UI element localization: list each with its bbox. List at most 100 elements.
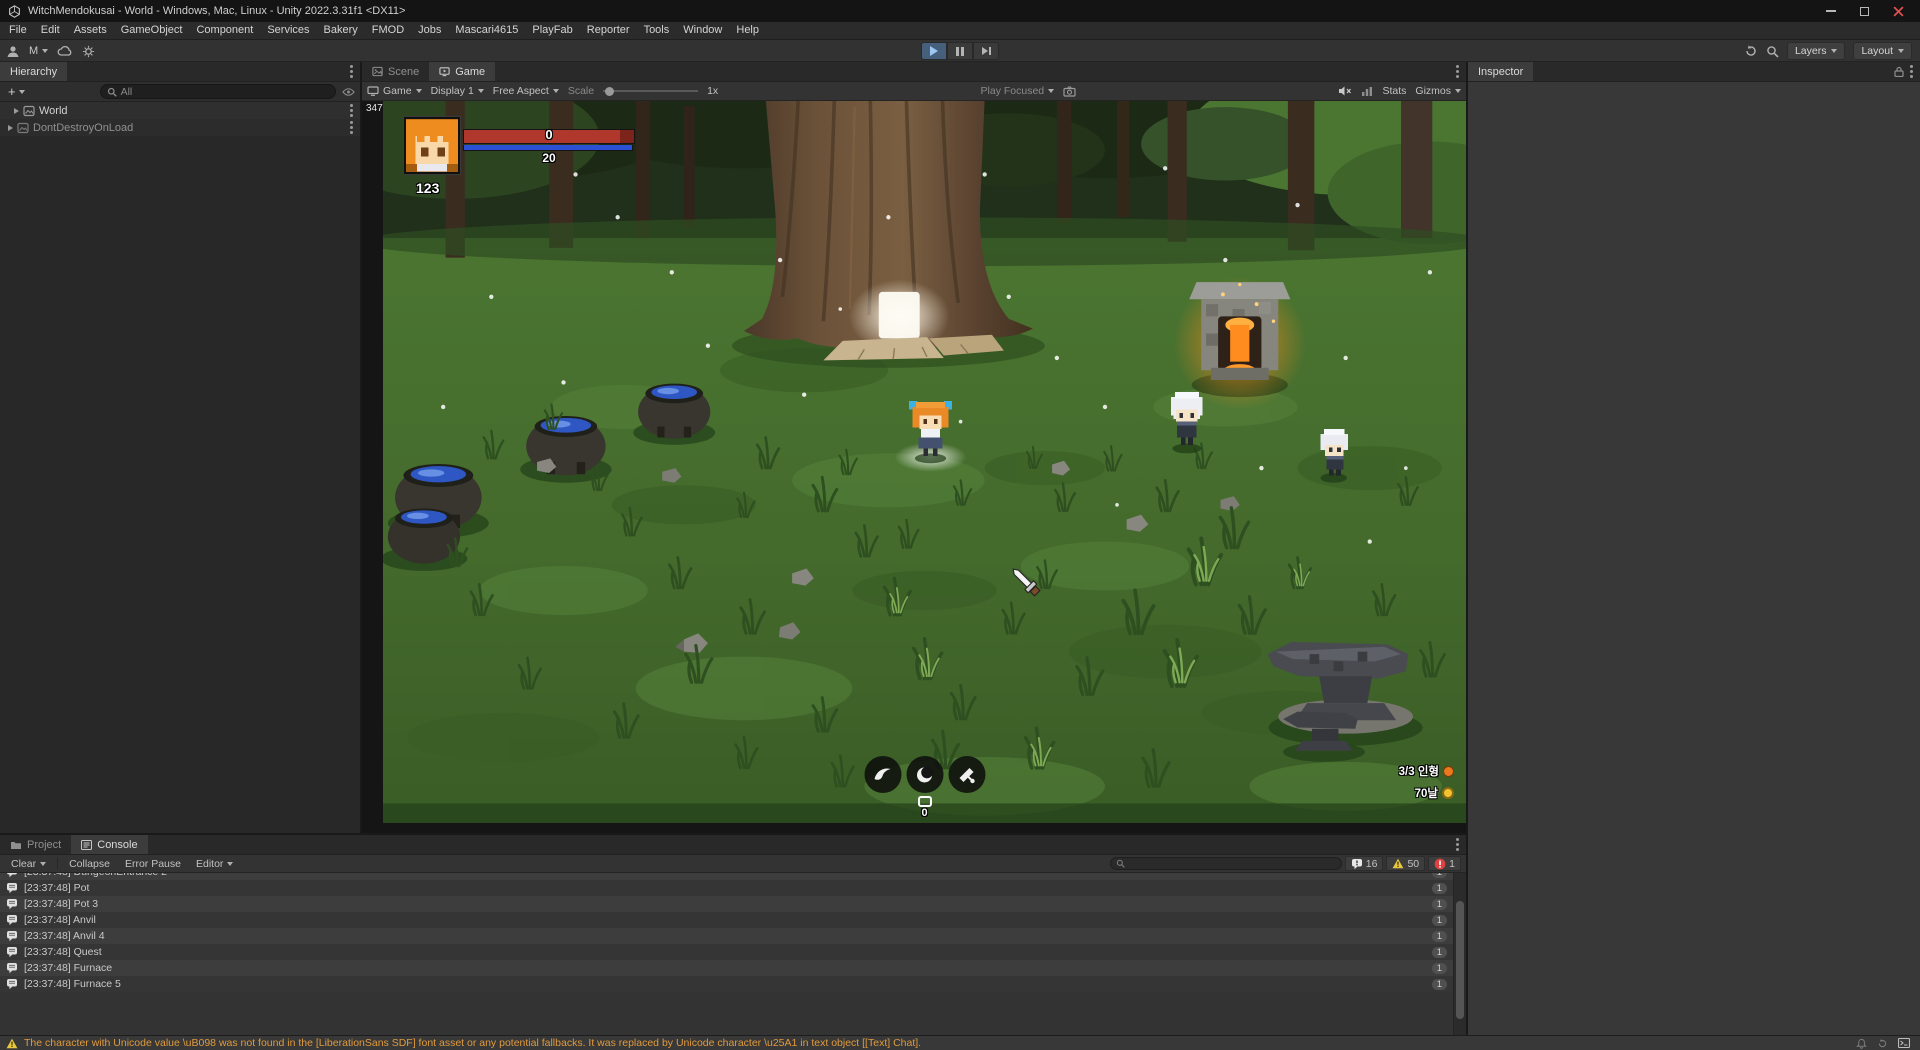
hierarchy-menu-icon[interactable] (350, 70, 353, 73)
tab-project[interactable]: Project (0, 835, 71, 854)
error-icon (1434, 858, 1446, 869)
layout-dropdown[interactable]: Layout (1853, 42, 1912, 60)
log-entry[interactable]: [23:37:48] Anvil 41 (0, 928, 1453, 944)
search-icon[interactable] (1766, 45, 1779, 58)
row-options-icon[interactable] (350, 126, 353, 129)
pause-button[interactable] (947, 42, 973, 60)
gizmos-dropdown[interactable]: Gizmos (1415, 85, 1462, 97)
hierarchy-panel: Hierarchy + All World DontDestroyOnLoad (0, 62, 362, 833)
scale-slider[interactable] (603, 86, 699, 96)
title-bar: WitchMendokusai - World - Windows, Mac, … (0, 0, 1920, 22)
close-button[interactable] (1893, 5, 1904, 17)
add-gameobject-button[interactable]: + (5, 84, 28, 99)
game-panel-menu-icon[interactable] (1456, 70, 1459, 73)
info-log-icon (7, 873, 17, 878)
menu-file[interactable]: File (2, 22, 34, 39)
menu-reporter[interactable]: Reporter (580, 22, 637, 39)
menu-services[interactable]: Services (260, 22, 316, 39)
inspector-menu-icon[interactable] (1910, 70, 1913, 73)
scrollbar-thumb[interactable] (1456, 901, 1464, 1019)
status-message[interactable]: The character with Unicode value \uB098 … (24, 1037, 921, 1049)
menu-component[interactable]: Component (189, 22, 260, 39)
layers-dropdown[interactable]: Layers (1786, 42, 1846, 60)
menu-edit[interactable]: Edit (34, 22, 67, 39)
row-options-icon[interactable] (350, 109, 353, 112)
menu-window[interactable]: Window (676, 22, 729, 39)
search-icon (1116, 859, 1125, 868)
search-icon (107, 87, 117, 97)
skill-button-2[interactable] (906, 756, 943, 793)
screenshot-camera-icon[interactable] (1063, 85, 1076, 97)
menu-fmod[interactable]: FMOD (365, 22, 411, 39)
status-refresh-icon[interactable] (1877, 1038, 1888, 1049)
scene-visibility-icon[interactable] (342, 87, 355, 97)
tab-scene[interactable]: Scene (362, 62, 429, 81)
expand-arrow-icon[interactable] (8, 124, 13, 131)
warning-filter-toggle[interactable]: 50 (1386, 856, 1426, 871)
player-health-bars: 0 20 (463, 127, 635, 165)
menu-tools[interactable]: Tools (637, 22, 677, 39)
console-panel-menu-icon[interactable] (1456, 843, 1459, 846)
minimize-button[interactable] (1826, 10, 1836, 12)
log-entry[interactable]: [23:37:48] Pot 1 (0, 880, 1453, 896)
log-entry[interactable]: [23:37:48] Furnace 51 (0, 976, 1453, 992)
log-entry[interactable]: [23:37:48] Pot 31 (0, 896, 1453, 912)
maximize-button[interactable] (1860, 6, 1869, 16)
cloud-icon[interactable] (57, 45, 73, 57)
services-gear-icon[interactable] (82, 45, 95, 58)
status-bell-icon[interactable] (1856, 1038, 1867, 1049)
editor-dropdown[interactable]: Editor (190, 857, 239, 871)
aspect-ratio-dropdown[interactable]: Free Aspect (493, 85, 559, 97)
console-search-input[interactable] (1109, 857, 1342, 870)
log-entry[interactable]: [23:37:48] DungeonEntrance 21 (0, 873, 1453, 880)
tab-game[interactable]: Game (429, 62, 496, 81)
tab-hierarchy[interactable]: Hierarchy (0, 62, 68, 81)
menu-bakery[interactable]: Bakery (317, 22, 365, 39)
undo-history-icon[interactable] (1744, 44, 1758, 58)
menu-playfab[interactable]: PlayFab (525, 22, 579, 39)
console-panel: Project Console Clear Collapse Error Pau… (0, 833, 1466, 1035)
status-console-icon[interactable] (1898, 1038, 1910, 1048)
error-pause-toggle[interactable]: Error Pause (119, 857, 187, 871)
game-display-menu[interactable]: Game (367, 85, 422, 97)
skill-button-3[interactable] (948, 756, 985, 793)
lock-icon[interactable] (1894, 66, 1904, 77)
step-button[interactable] (973, 42, 999, 60)
log-entry[interactable]: [23:37:48] Furnace 1 (0, 960, 1453, 976)
info-filter-toggle[interactable]: 16 (1344, 856, 1384, 871)
expand-arrow-icon[interactable] (14, 107, 19, 114)
hierarchy-item-dontdestroyonload[interactable]: DontDestroyOnLoad (0, 119, 360, 136)
hierarchy-item-world[interactable]: World (0, 102, 360, 119)
stats-button[interactable]: Stats (1382, 85, 1406, 97)
collapse-toggle[interactable]: Collapse (63, 857, 116, 871)
scale-slider-thumb[interactable] (605, 86, 615, 96)
hierarchy-search-input[interactable]: All (99, 84, 336, 99)
mouse-cursor-sword (1011, 567, 1041, 597)
tab-console[interactable]: Console (71, 835, 148, 854)
console-scrollbar[interactable] (1453, 873, 1466, 1035)
menu-mascari4615[interactable]: Mascari4615 (448, 22, 525, 39)
day-counter: 70날 (1415, 785, 1454, 801)
menu-help[interactable]: Help (729, 22, 766, 39)
info-log-icon (1351, 858, 1362, 869)
tab-inspector[interactable]: Inspector (1468, 62, 1534, 81)
game-viewport[interactable]: 0 20 123 0 3/3 인형 70날 (383, 101, 1466, 823)
menu-gameobject[interactable]: GameObject (114, 22, 190, 39)
log-entry[interactable]: [23:37:48] Quest 1 (0, 944, 1453, 960)
account-menu[interactable]: M (29, 45, 49, 57)
play-button[interactable] (921, 42, 947, 60)
menu-jobs[interactable]: Jobs (411, 22, 448, 39)
display-target-dropdown[interactable]: Display 1 (431, 85, 484, 97)
error-filter-toggle[interactable]: 1 (1428, 856, 1461, 871)
log-entry[interactable]: [23:37:48] Anvil 1 (0, 912, 1453, 928)
chevron-down-icon (1048, 89, 1055, 93)
metrics-icon[interactable] (1361, 86, 1373, 97)
frame-counter: 347 (366, 103, 383, 114)
mute-audio-icon[interactable] (1338, 85, 1352, 97)
skill-button-1[interactable] (864, 756, 901, 793)
clear-button[interactable]: Clear (5, 857, 52, 871)
account-icon[interactable] (6, 44, 20, 58)
menu-assets[interactable]: Assets (67, 22, 114, 39)
play-focused-dropdown[interactable]: Play Focused (981, 85, 1055, 97)
menu-bar: File Edit Assets GameObject Component Se… (0, 22, 1920, 40)
